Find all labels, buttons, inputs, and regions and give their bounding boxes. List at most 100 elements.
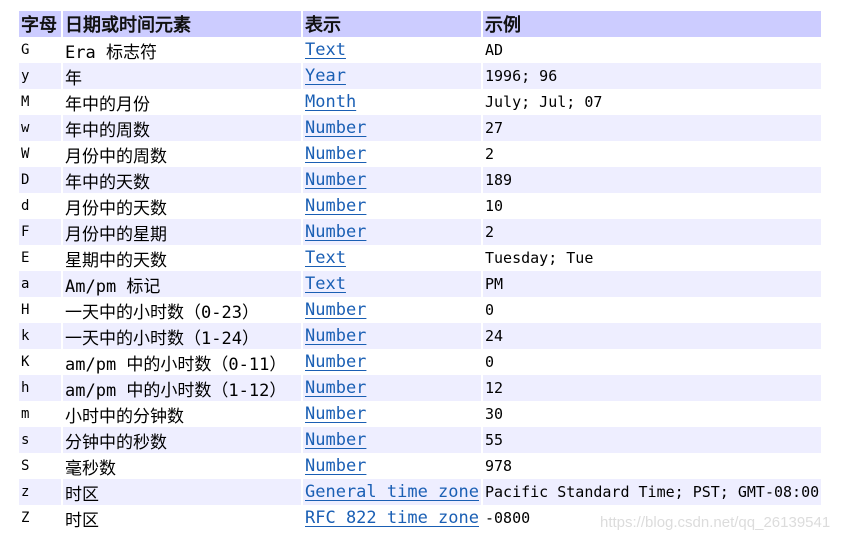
presentation-cell: Number (303, 297, 481, 323)
presentation-cell: Text (303, 271, 481, 297)
table-row: w 年中的周数 Number 27 (19, 115, 822, 141)
presentation-cell: Text (303, 37, 481, 63)
letter-cell: s (19, 427, 61, 453)
table-row: H 一天中的小时数（0-23） Number 0 (19, 297, 821, 323)
element-cell: 月份中的星期 (63, 219, 301, 245)
presentation-cell: General time zone (303, 479, 481, 505)
example-cell: 12 (483, 375, 822, 401)
element-cell: am/pm 中的小时数（1-12） (63, 375, 301, 401)
presentation-cell: Month (303, 89, 481, 115)
element-cell: 年 (63, 63, 301, 89)
letter-cell: Z (21, 510, 30, 526)
presentation-link[interactable]: Number (305, 300, 366, 320)
presentation-link[interactable]: Number (305, 326, 366, 346)
presentation-link[interactable]: RFC 822 time zone (305, 508, 479, 528)
presentation-link[interactable]: Number (305, 170, 366, 190)
example-cell: 2 (485, 145, 495, 163)
presentation-cell: Number (303, 427, 481, 453)
letter-cell: y (19, 63, 61, 89)
table-row: y 年 Year 1996; 96 (19, 63, 822, 89)
example-cell: 0 (485, 353, 495, 371)
table-row: m 小时中的分钟数 Number 30 (19, 401, 821, 427)
letter-cell: F (19, 219, 61, 245)
letter-cell: H (21, 302, 30, 318)
element-cell: 时区 (63, 479, 301, 505)
table-row: k 一天中的小时数（1-24） Number 24 (19, 323, 822, 349)
table-row: E 星期中的天数 Text Tuesday; Tue (19, 245, 821, 271)
example-cell: 30 (485, 405, 504, 423)
presentation-link[interactable]: Text (305, 248, 346, 268)
example-cell: July; Jul; 07 (485, 93, 603, 111)
example-cell: PM (483, 271, 822, 297)
example-cell: 189 (483, 167, 822, 193)
date-format-table: 字母 日期或时间元素 表示 示例 G Era 标志符 Text AD y 年 Year 199… (17, 11, 823, 531)
presentation-cell: RFC 822 time zone (303, 505, 481, 531)
presentation-link[interactable]: Year (305, 66, 346, 86)
table-row: s 分钟中的秒数 Number 55 (19, 427, 822, 453)
table-row: S 毫秒数 Number 978 (19, 453, 821, 479)
letter-cell: E (21, 250, 30, 266)
presentation-link[interactable]: Number (305, 352, 366, 372)
presentation-link[interactable]: Number (305, 378, 366, 398)
example-cell: 55 (483, 427, 822, 453)
presentation-link[interactable]: Number (305, 196, 366, 216)
table-row: M 年中的月份 Month July; Jul; 07 (19, 89, 821, 115)
example-cell: 10 (485, 197, 504, 215)
table-row: W 月份中的周数 Number 2 (19, 141, 821, 167)
presentation-link[interactable]: Number (305, 430, 366, 450)
element-cell: 年中的月份 (65, 94, 150, 115)
letter-cell: k (19, 323, 61, 349)
presentation-link[interactable]: Number (305, 118, 366, 138)
example-cell: Pacific Standard Time; PST; GMT-08:00 (483, 479, 822, 505)
header-letter: 字母 (19, 11, 61, 37)
element-cell: 年中的天数 (63, 167, 301, 193)
table-row: d 月份中的天数 Number 10 (19, 193, 821, 219)
element-cell: am/pm 中的小时数（0-11） (65, 354, 287, 375)
table-row: Kam/pm 中的小时数（0-11） Number 0 (19, 349, 821, 375)
letter-cell: M (21, 94, 30, 110)
presentation-cell: Number (303, 375, 481, 401)
presentation-link[interactable]: General time zone (305, 482, 479, 502)
example-cell: 1996; 96 (483, 63, 822, 89)
watermark: https://blog.csdn.net/qq_26139541 (600, 514, 831, 531)
example-cell: AD (485, 41, 504, 59)
presentation-cell: Number (303, 349, 481, 375)
element-cell: 月份中的天数 (65, 198, 167, 219)
presentation-cell: Number (303, 141, 481, 167)
presentation-link[interactable]: Number (305, 456, 366, 476)
presentation-cell: Number (303, 167, 481, 193)
letter-cell: w (19, 115, 61, 141)
letter-cell: K (21, 354, 30, 370)
letter-cell: W (21, 146, 30, 162)
element-cell: 时区 (65, 510, 99, 531)
letter-cell: z (19, 479, 61, 505)
table-row: z 时区 General time zone Pacific Standard Tim… (19, 479, 822, 505)
presentation-cell: Number (303, 401, 481, 427)
presentation-link[interactable]: Month (305, 92, 356, 112)
element-cell: 年中的周数 (63, 115, 301, 141)
example-cell: 24 (483, 323, 822, 349)
presentation-link[interactable]: Text (305, 40, 346, 60)
presentation-cell: Number (303, 453, 481, 479)
presentation-cell: Number (303, 323, 481, 349)
element-cell: 分钟中的秒数 (63, 427, 301, 453)
presentation-cell: Number (303, 193, 481, 219)
letter-cell: D (19, 167, 61, 193)
table-row: D 年中的天数 Number 189 (19, 167, 822, 193)
table-row: F 月份中的星期 Number 2 (19, 219, 822, 245)
element-cell: 一天中的小时数（1-24） (63, 323, 301, 349)
presentation-cell: Year (303, 63, 481, 89)
presentation-link[interactable]: Number (305, 404, 366, 424)
letter-cell: d (21, 198, 30, 214)
letter-cell: a (19, 271, 61, 297)
element-cell: Era 标志符 (65, 42, 157, 63)
presentation-link[interactable]: Text (305, 274, 346, 294)
header-row: 字母 日期或时间元素 表示 示例 (19, 11, 822, 37)
presentation-link[interactable]: Number (305, 144, 366, 164)
element-cell: 一天中的小时数（0-23） (65, 302, 259, 323)
presentation-link[interactable]: Number (305, 222, 366, 242)
element-cell: 星期中的天数 (65, 250, 167, 271)
example-cell: Tuesday; Tue (485, 249, 594, 267)
table-row: h am/pm 中的小时数（1-12） Number 12 (19, 375, 822, 401)
presentation-cell: Text (303, 245, 481, 271)
